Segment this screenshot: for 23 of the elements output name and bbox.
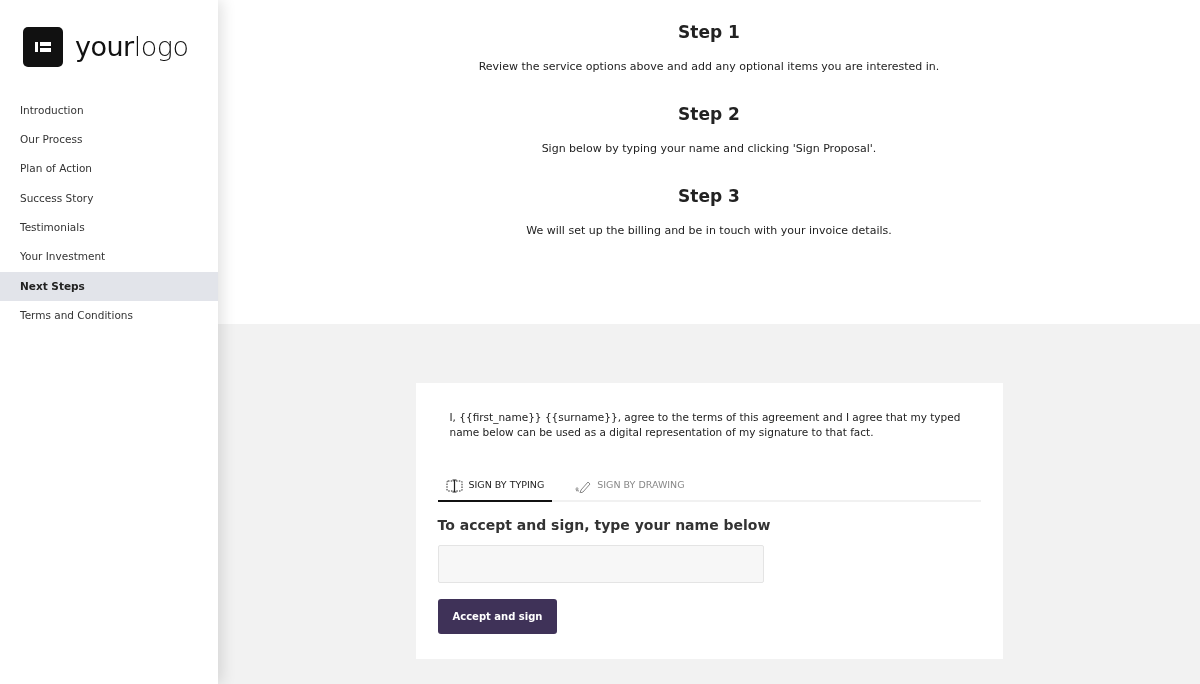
sign-tab[interactable]: SIGN BY TYPING [437,474,553,502]
step-title: Step 2 [677,102,741,125]
sidebar-item[interactable]: Your Investment [0,242,218,272]
step-text: We will set up the billing and be in touch with your invoice details. [525,223,893,240]
sign-tab[interactable]: SIGN BY DRAWING [566,474,693,502]
sidebar-item[interactable]: Plan of Action [0,154,218,184]
sidebar-item[interactable]: Our Process [0,124,218,155]
logo-text: yourlogo [75,30,189,64]
step-text: Review the service options above and add any optional items you are interested in. [477,59,941,76]
accept-and-sign-button[interactable]: Accept and sign [437,598,558,634]
sidebar-item[interactable]: Next Steps [0,271,218,302]
step-text: Sign below by typing your name and clicking 'Sign Proposal'. [540,141,878,158]
sidebar-item[interactable]: Success Story [0,183,218,214]
sidebar-item[interactable]: Introduction [0,95,218,125]
name-input-field[interactable] [437,544,764,583]
logo-icon [23,27,63,68]
agreement-text: I, {{first_name}} {{surname}}, agree to the terms of this agreement and I agree that my typed name below can be used as a digital representation of my signature to that fact. [448,410,962,440]
step-title: Step 1 [677,21,741,43]
sidebar-item[interactable]: Terms and Conditions [0,301,218,331]
sidebar-item[interactable]: Testimonials [0,213,218,243]
text-cursor-icon [445,478,463,493]
sign-prompt: To accept and sign, type your name below [437,515,772,535]
step-title: Step 3 [677,184,741,207]
